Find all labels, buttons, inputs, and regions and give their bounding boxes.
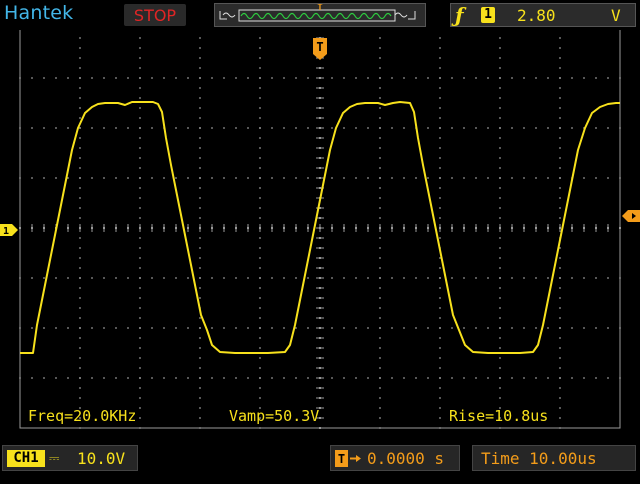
horizontal-position-readout[interactable]: T 0.0000 s xyxy=(330,445,460,471)
brand-logo: Hantek xyxy=(4,2,74,24)
dc-coupling-icon: ⎓ xyxy=(49,451,60,466)
channel-1-label: CH1 xyxy=(7,450,45,467)
trigger-offset-icon: T xyxy=(335,450,361,467)
trigger-position-label: T xyxy=(316,40,323,54)
rising-edge-icon: ƒ xyxy=(455,3,464,27)
trigger-level-value: 2.80 xyxy=(517,6,556,25)
trigger-level-unit: V xyxy=(611,6,621,25)
waveform-display: 1 T Freq=20.0KHz Vamp=50.3V Rise=10.8us xyxy=(0,27,640,429)
trigger-level-marker[interactable] xyxy=(622,210,640,222)
status-bar: Hantek STOP T ƒ 1 2.80 V xyxy=(0,0,640,30)
run-stop-button[interactable]: STOP xyxy=(124,4,186,26)
trigger-status-panel[interactable]: ƒ 1 2.80 V xyxy=(450,3,636,27)
channel-1-marker-label: 1 xyxy=(3,226,9,237)
grid-dots xyxy=(19,27,621,429)
trigger-source-badge: 1 xyxy=(481,7,495,23)
timebase-readout[interactable]: Time 10.00us xyxy=(472,445,636,471)
trigger-position-marker[interactable]: T xyxy=(313,38,327,60)
memory-trigger-mark: T xyxy=(317,4,323,13)
oscilloscope-screen: 1 T Freq=20.0KHz Vamp=50.3V Rise=10.8us xyxy=(0,0,640,480)
channel-1-settings[interactable]: CH1 ⎓ 10.0V xyxy=(2,445,138,471)
channel-1-scale: 10.0V xyxy=(77,449,126,468)
measurement-rise-time: Rise=10.8us xyxy=(449,407,548,425)
timebase-value: Time 10.00us xyxy=(481,449,597,468)
memory-depth-indicator[interactable]: T xyxy=(214,3,426,27)
channel-1-marker[interactable]: 1 xyxy=(0,224,18,237)
bottom-status-bar: CH1 ⎓ 10.0V T 0.0000 s Time 10.00us xyxy=(0,440,640,480)
memory-overview-icon: T xyxy=(219,3,416,22)
run-state-label: STOP xyxy=(133,5,177,25)
horizontal-position-value: 0.0000 s xyxy=(367,449,445,468)
measurement-frequency: Freq=20.0KHz xyxy=(28,407,136,425)
trigger-offset-icon-label: T xyxy=(338,452,345,466)
measurement-amplitude: Vamp=50.3V xyxy=(229,407,319,425)
